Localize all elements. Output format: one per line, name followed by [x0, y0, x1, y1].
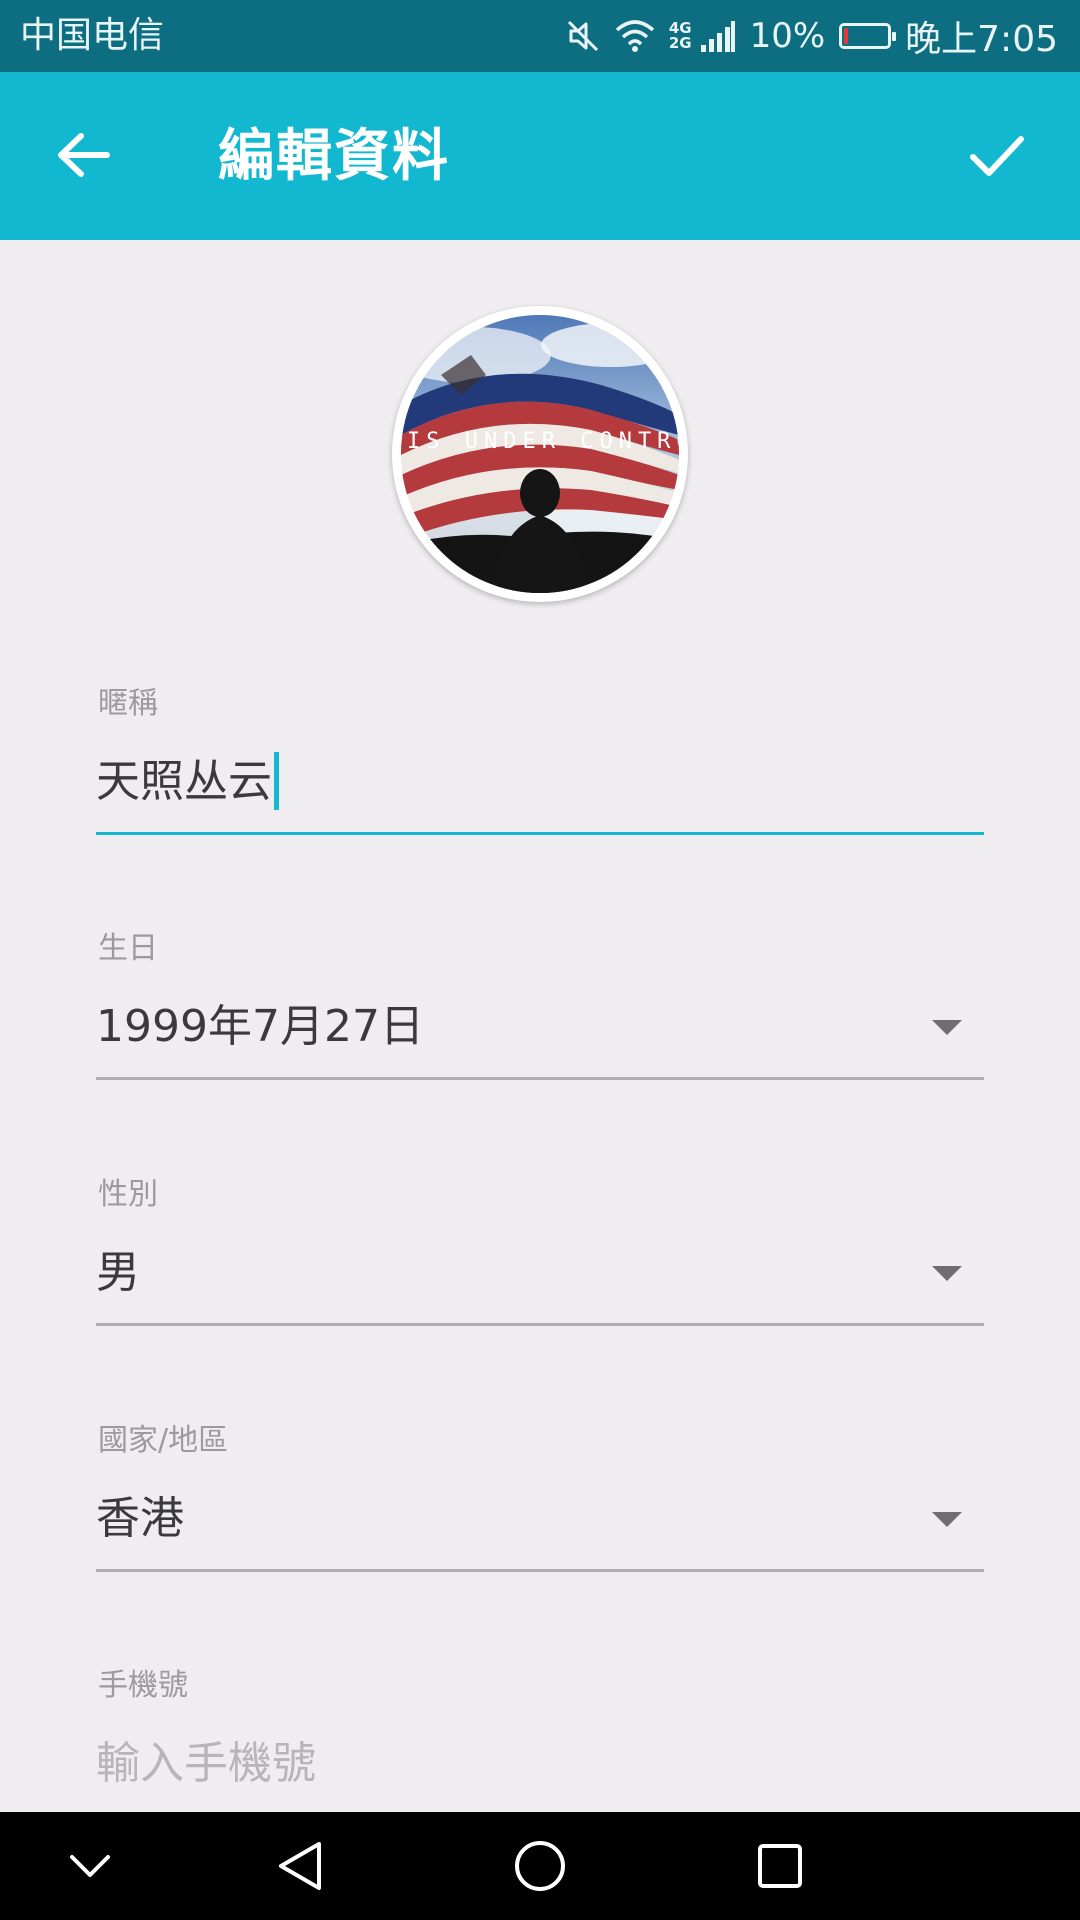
gender-value: 男: [96, 1247, 140, 1298]
recents-square-icon: [758, 1844, 802, 1888]
status-icons: 4G 2G 10% 晚上7:05: [565, 10, 1058, 62]
dropdown-arrow-icon[interactable]: [932, 1020, 962, 1035]
page-title: 編輯資料: [218, 124, 450, 189]
hide-keyboard-button[interactable]: [56, 1832, 124, 1900]
avatar-overlay-text: IS UNDER CONTROL: [407, 429, 679, 454]
region-underline: [96, 1569, 984, 1572]
save-button[interactable]: [964, 122, 1030, 188]
clock-time: 晚上7:05: [905, 19, 1058, 60]
nickname-value: 天照丛云: [96, 756, 272, 807]
nickname-label: 暱稱: [98, 686, 158, 721]
birthday-value: 1999年7月27日: [96, 1001, 424, 1052]
status-bar: 中国电信 4G 2G 10% 晚上7:05: [0, 0, 1080, 72]
dropdown-arrow-icon[interactable]: [932, 1266, 962, 1281]
birthday-underline: [96, 1077, 984, 1080]
battery-percent: 10%: [749, 16, 826, 56]
chevron-down-icon: [70, 1855, 110, 1877]
birthday-label: 生日: [98, 931, 158, 966]
app-bar: 編輯資料: [0, 72, 1080, 240]
avatar-image: IS UNDER CONTROL: [401, 315, 679, 593]
region-value: 香港: [96, 1493, 184, 1544]
phone-label: 手機號: [98, 1668, 188, 1703]
network-type-badge: 4G 2G: [669, 21, 692, 51]
dropdown-arrow-icon[interactable]: [932, 1512, 962, 1527]
nickname-underline: [96, 832, 984, 835]
carrier-name: 中国电信: [20, 15, 165, 56]
phone-input[interactable]: 輸入手機號: [96, 1734, 316, 1794]
nav-recents-button[interactable]: [746, 1832, 814, 1900]
arrow-left-icon: [58, 133, 110, 177]
battery-level-fill: [844, 28, 849, 44]
system-nav-bar: [0, 1812, 1080, 1920]
nav-back-button[interactable]: [266, 1832, 334, 1900]
nav-home-button[interactable]: [506, 1832, 574, 1900]
wifi-icon: [615, 18, 655, 54]
signal-icon: [700, 19, 736, 53]
region-label: 國家/地區: [98, 1423, 229, 1458]
avatar[interactable]: IS UNDER CONTROL: [392, 306, 688, 602]
screen: 中国电信 4G 2G 10% 晚上7:05 編輯資料 IS UNDER CONT…: [0, 0, 1080, 1920]
gender-underline: [96, 1323, 984, 1326]
battery-icon: [839, 23, 897, 49]
back-button[interactable]: [50, 122, 116, 188]
back-triangle-icon: [279, 1842, 321, 1890]
mute-icon: [565, 18, 601, 54]
text-cursor: [274, 752, 279, 810]
gender-label: 性別: [98, 1177, 158, 1212]
check-icon: [970, 136, 1024, 176]
nickname-input[interactable]: 天照丛云: [96, 752, 279, 813]
home-circle-icon: [515, 1841, 565, 1891]
network-type-bottom: 2G: [668, 34, 692, 52]
